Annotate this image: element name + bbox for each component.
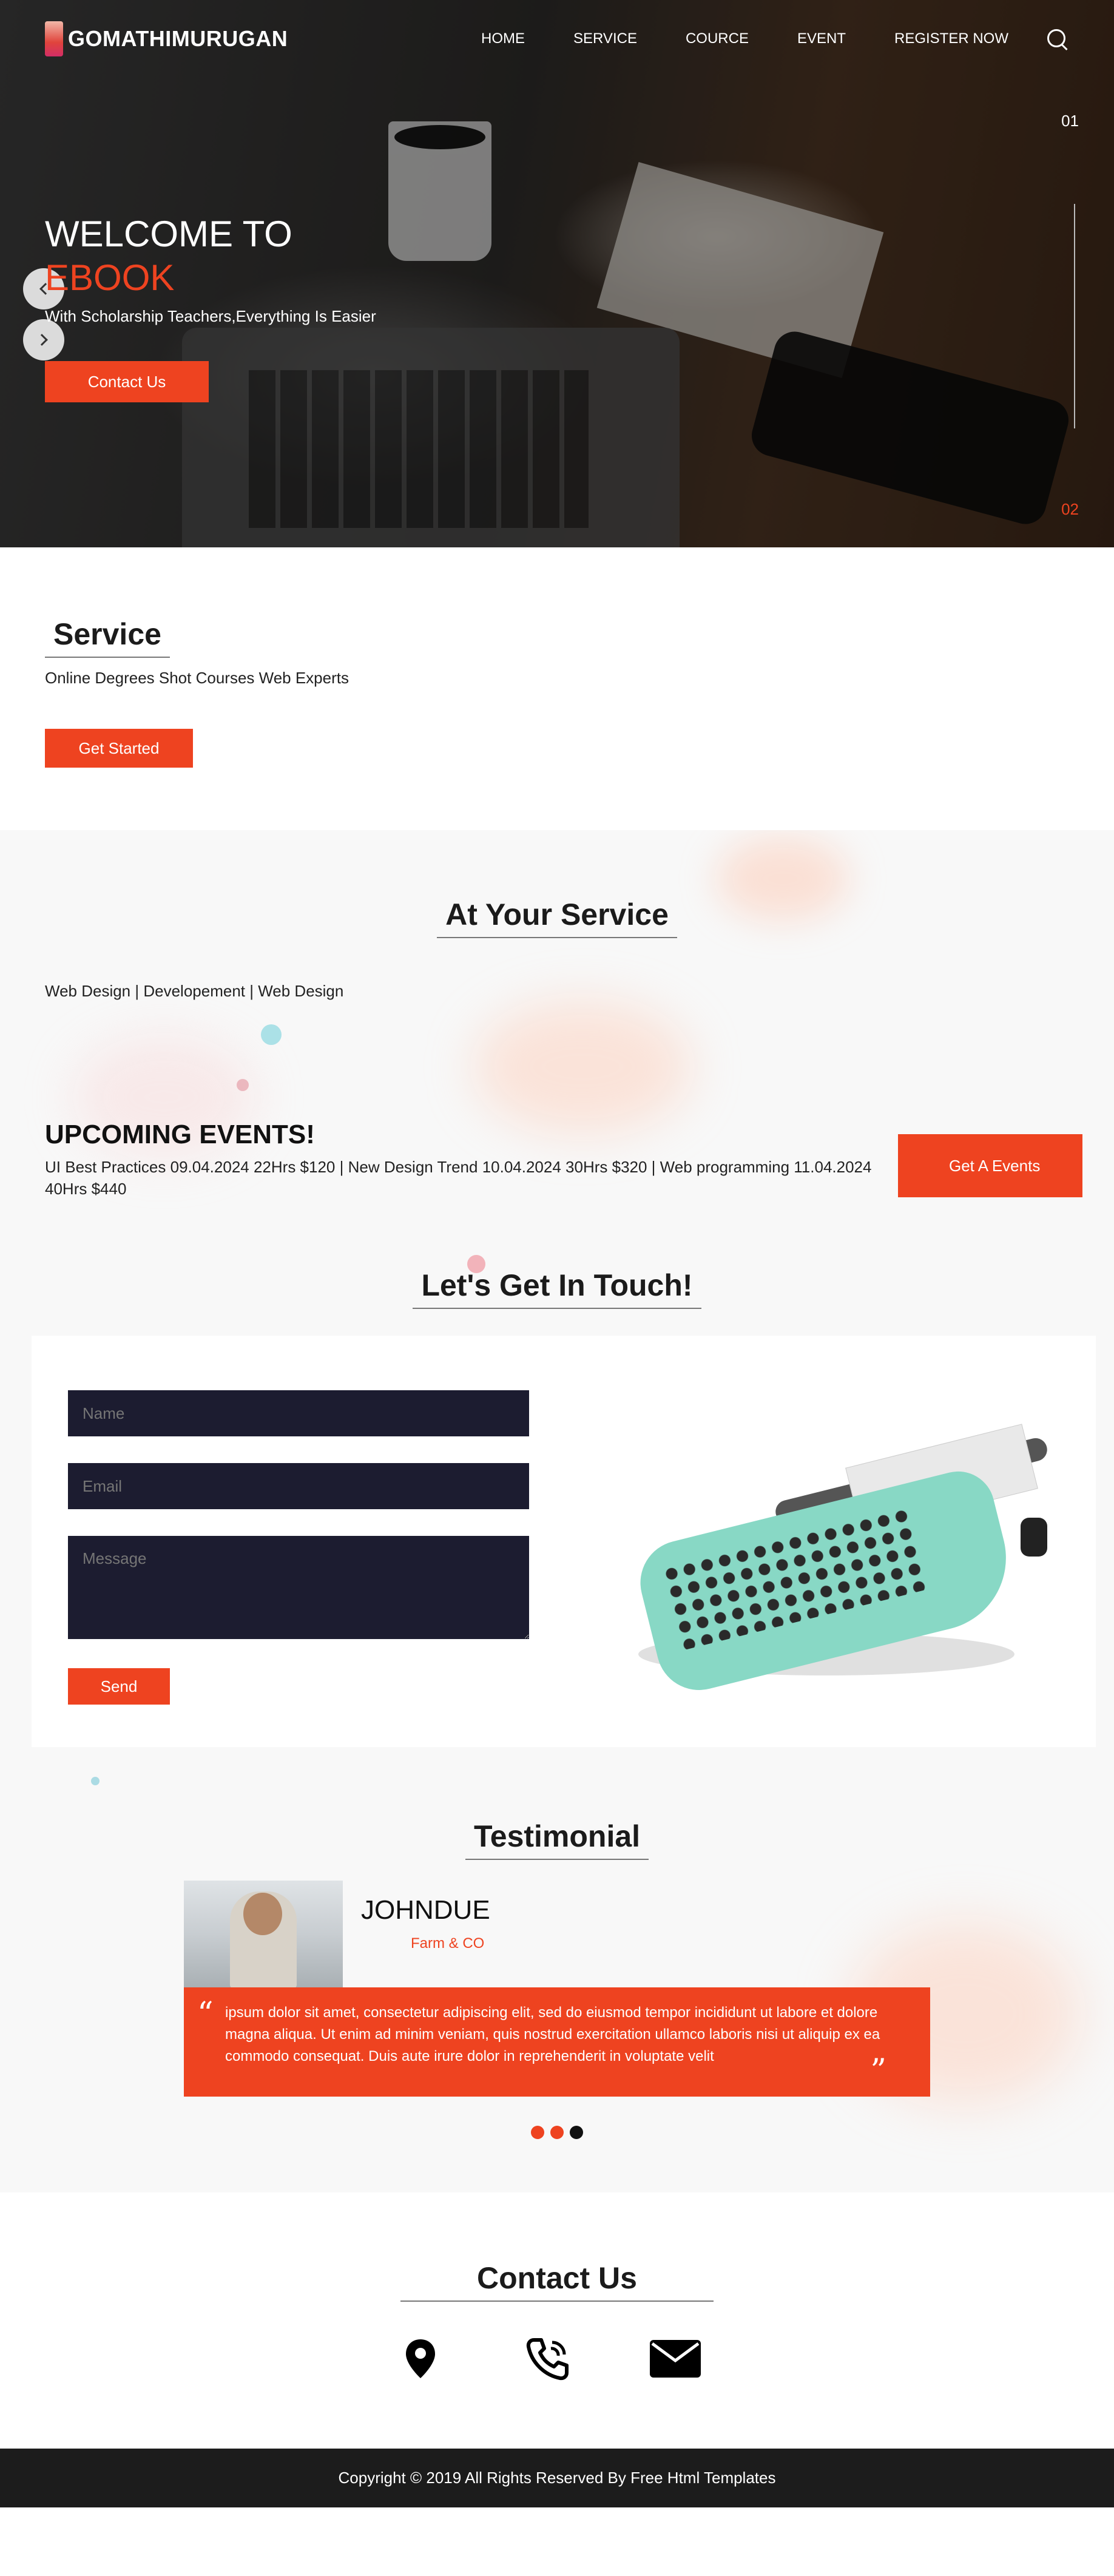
- slide-progress-line: [1074, 204, 1075, 428]
- service-description: Online Degrees Shot Courses Web Experts: [45, 669, 349, 687]
- contact-form-card: Send: [32, 1336, 1096, 1747]
- contact-us-button[interactable]: Contact Us: [45, 361, 209, 402]
- pagination-dot-active[interactable]: [570, 2126, 583, 2139]
- copyright-text: Copyright © 2019 All Rights Reserved By …: [338, 2469, 776, 2487]
- search-icon[interactable]: [1045, 27, 1069, 51]
- at-your-service-heading: At Your Service: [437, 897, 677, 938]
- main-menu: HOME SERVICE COURCE EVENT REGISTER NOW: [481, 27, 1069, 51]
- hero-title-accent: EBOOK: [45, 257, 175, 298]
- nav-event[interactable]: EVENT: [797, 30, 846, 47]
- mail-icon[interactable]: [648, 2334, 703, 2383]
- get-started-button[interactable]: Get Started: [45, 729, 193, 768]
- email-field[interactable]: [68, 1463, 529, 1509]
- contact-us-heading: Contact Us: [400, 2260, 714, 2302]
- contact-section: Contact Us: [0, 2192, 1114, 2449]
- slide-indicator-next[interactable]: 02: [1061, 500, 1079, 519]
- testimonial-quote-box: “ ipsum dolor sit amet, consectetur adip…: [184, 1987, 930, 2097]
- splash-section: At Your Service Web Design | Developemen…: [0, 830, 1114, 2192]
- footer: Copyright © 2019 All Rights Reserved By …: [0, 2449, 1114, 2507]
- pagination-dot[interactable]: [550, 2126, 564, 2139]
- testimonial-heading: Testimonial: [465, 1819, 649, 1860]
- testimonial-pagination: [0, 2126, 1114, 2192]
- hero-title: WELCOME TO: [45, 214, 292, 254]
- top-navbar: GOMATHIMURUGAN HOME SERVICE COURCE EVENT…: [0, 0, 1114, 78]
- brand-name: GOMATHIMURUGAN: [68, 26, 288, 51]
- service-heading: Service: [45, 617, 170, 658]
- hero-banner: GOMATHIMURUGAN HOME SERVICE COURCE EVENT…: [0, 0, 1114, 547]
- nav-cource[interactable]: COURCE: [686, 30, 749, 47]
- hero-content: WELCOME TO EBOOK With Scholarship Teache…: [45, 212, 376, 402]
- testimonial-name: JOHNDUE: [361, 1895, 490, 1925]
- nav-home[interactable]: HOME: [481, 30, 525, 47]
- typewriter-image: [620, 1424, 1057, 1699]
- get-in-touch-heading: Let's Get In Touch!: [413, 1268, 701, 1309]
- location-pin-icon[interactable]: [393, 2334, 448, 2383]
- service-section: Service Online Degrees Shot Courses Web …: [0, 547, 1114, 830]
- send-button[interactable]: Send: [68, 1668, 170, 1705]
- message-field[interactable]: [68, 1536, 529, 1639]
- phone-icon[interactable]: [521, 2334, 575, 2383]
- events-text: UI Best Practices 09.04.2024 22Hrs $120 …: [45, 1158, 872, 1198]
- testimonial-avatar: [184, 1881, 343, 1987]
- testimonial-quote-text: ipsum dolor sit amet, consectetur adipis…: [225, 2004, 880, 2064]
- quote-close-icon: ”: [870, 2053, 886, 2089]
- get-a-events-button[interactable]: Get A Events: [898, 1134, 1082, 1197]
- nav-service[interactable]: SERVICE: [573, 30, 637, 47]
- nav-register-now[interactable]: REGISTER NOW: [894, 30, 1008, 47]
- services-list: Web Design | Developement | Web Design: [45, 982, 344, 1000]
- name-field[interactable]: [68, 1390, 529, 1436]
- slide-indicator-current[interactable]: 01: [1061, 112, 1079, 130]
- brand-logo[interactable]: GOMATHIMURUGAN: [45, 21, 288, 56]
- pagination-dot[interactable]: [531, 2126, 544, 2139]
- upcoming-events: UPCOMING EVENTS! UI Best Practices 09.04…: [45, 1120, 1082, 1198]
- hero-subtitle: With Scholarship Teachers,Everything Is …: [45, 307, 376, 325]
- logo-image: [45, 21, 63, 56]
- testimonial-company: Farm & CO: [411, 1935, 485, 1952]
- testimonial-card: JOHNDUE Farm & CO “ ipsum dolor sit amet…: [184, 1881, 930, 2097]
- quote-open-icon: “: [197, 1996, 214, 2032]
